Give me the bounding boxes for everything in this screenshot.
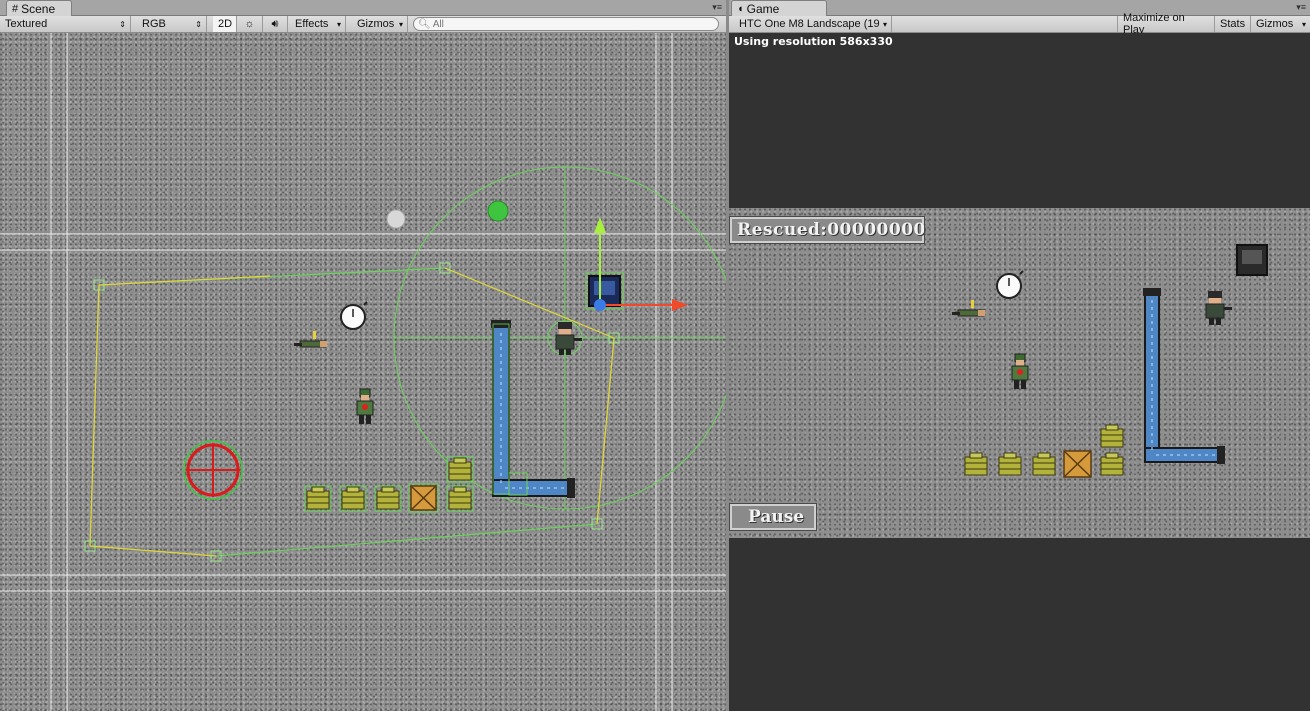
target-crosshair-sprite[interactable]	[183, 440, 243, 500]
effects-dropdown[interactable]: Effects ▾	[290, 16, 346, 32]
game-safe-box-sprite	[1236, 244, 1268, 276]
maximize-on-play-toggle[interactable]: Maximize on Play	[1117, 12, 1215, 36]
2d-toggle-label: 2D	[218, 18, 233, 30]
game-tabbar: ◖ Game ▾≡	[729, 0, 1310, 16]
green-point-light-icon[interactable]	[487, 200, 509, 222]
audio-toggle-button[interactable]: 🔊︎	[263, 16, 288, 32]
sun-icon: ☼	[244, 18, 255, 30]
lying-soldier-sprite[interactable]	[294, 331, 327, 348]
game-stopwatch-icon	[996, 270, 1024, 299]
aspect-ratio-dropdown[interactable]: HTC One M8 Landscape (19 ▾	[729, 16, 892, 32]
game-lying-soldier-sprite	[952, 300, 985, 317]
render-mode-dropdown[interactable]: RGB ⇕	[137, 16, 207, 32]
draw-mode-dropdown[interactable]: Textured ⇕	[0, 16, 131, 32]
camera-bounds	[0, 33, 726, 711]
game-gizmos-dropdown[interactable]: Gizmos ▾	[1251, 16, 1310, 32]
gizmos-dropdown[interactable]: Gizmos ▾	[352, 16, 408, 32]
game-panel: ◖ Game ▾≡ HTC One M8 Landscape (19 ▾ Max…	[729, 0, 1310, 711]
game-render-area[interactable]: Rescued: 00000000 Pause	[729, 208, 1310, 538]
scene-panel: # Scene ▾≡ Textured ⇕ RGB ⇕ 2D ☼ 🔊︎ Effe…	[0, 0, 726, 711]
soldier-sprite[interactable]	[356, 388, 374, 424]
game-barrel-stacks	[964, 424, 1124, 476]
updown-arrow-icon: ⇕	[195, 19, 202, 29]
search-input[interactable]	[432, 18, 713, 30]
game-tab[interactable]: ◖ Game	[731, 0, 827, 16]
dropdown-arrow-icon: ▾	[336, 19, 341, 29]
game-enemy-soldier-sprite	[1205, 291, 1232, 325]
game-tab-label: Game	[746, 1, 780, 16]
scene-toolbar: Textured ⇕ RGB ⇕ 2D ☼ 🔊︎ Effects ▾ Gizmo…	[0, 16, 726, 33]
game-wooden-crate-sprite	[1063, 450, 1092, 478]
scene-canvas	[0, 33, 726, 711]
lighting-toggle-button[interactable]: ☼	[237, 16, 263, 32]
effects-label: Effects	[295, 18, 329, 30]
game-toolbar: HTC One M8 Landscape (19 ▾ Maximize on P…	[729, 12, 1310, 36]
grey-point-light-icon[interactable]	[386, 209, 406, 229]
scene-panel-menu-icon[interactable]: ▾≡	[712, 0, 722, 14]
gizmos-label: Gizmos	[357, 18, 395, 30]
game-panel-menu-icon[interactable]: ▾≡	[1296, 0, 1306, 14]
hierarchy-search-field[interactable]: 🔍︎	[413, 17, 719, 31]
pacman-icon: ◖	[737, 2, 744, 15]
scene-tab[interactable]: # Scene	[6, 0, 72, 16]
updown-arrow-icon: ⇕	[119, 19, 126, 29]
search-icon: 🔍︎	[418, 18, 431, 30]
barrel-stacks[interactable]	[304, 456, 474, 512]
wooden-crate-sprite[interactable]	[408, 483, 439, 513]
dropdown-arrow-icon: ▾	[1301, 19, 1306, 29]
2d-toggle-button[interactable]: 2D	[213, 16, 237, 32]
stats-label: Stats	[1220, 18, 1246, 30]
stopwatch-icon[interactable]	[340, 301, 368, 330]
stats-toggle[interactable]: Stats	[1215, 16, 1251, 32]
draw-mode-label: Textured	[5, 18, 48, 30]
game-canvas	[952, 244, 1268, 478]
render-mode-label: RGB	[142, 18, 166, 30]
game-view[interactable]: Using resolution 586x330 Rescued: 000000…	[729, 33, 1310, 711]
resolution-text: Using resolution 586x330	[734, 35, 893, 48]
dropdown-arrow-icon: ▾	[398, 19, 403, 29]
scene-tab-label: Scene	[21, 1, 56, 16]
aspect-ratio-label: HTC One M8 Landscape (19	[739, 18, 880, 30]
scene-tabbar: # Scene ▾≡	[0, 0, 726, 16]
dropdown-arrow-icon: ▾	[882, 19, 887, 29]
game-gizmos-label: Gizmos	[1256, 18, 1294, 30]
scene-grid-icon: #	[12, 2, 19, 15]
speaker-icon: 🔊︎	[271, 17, 279, 30]
game-soldier-sprite	[1011, 353, 1029, 389]
scene-viewport[interactable]	[0, 33, 726, 711]
